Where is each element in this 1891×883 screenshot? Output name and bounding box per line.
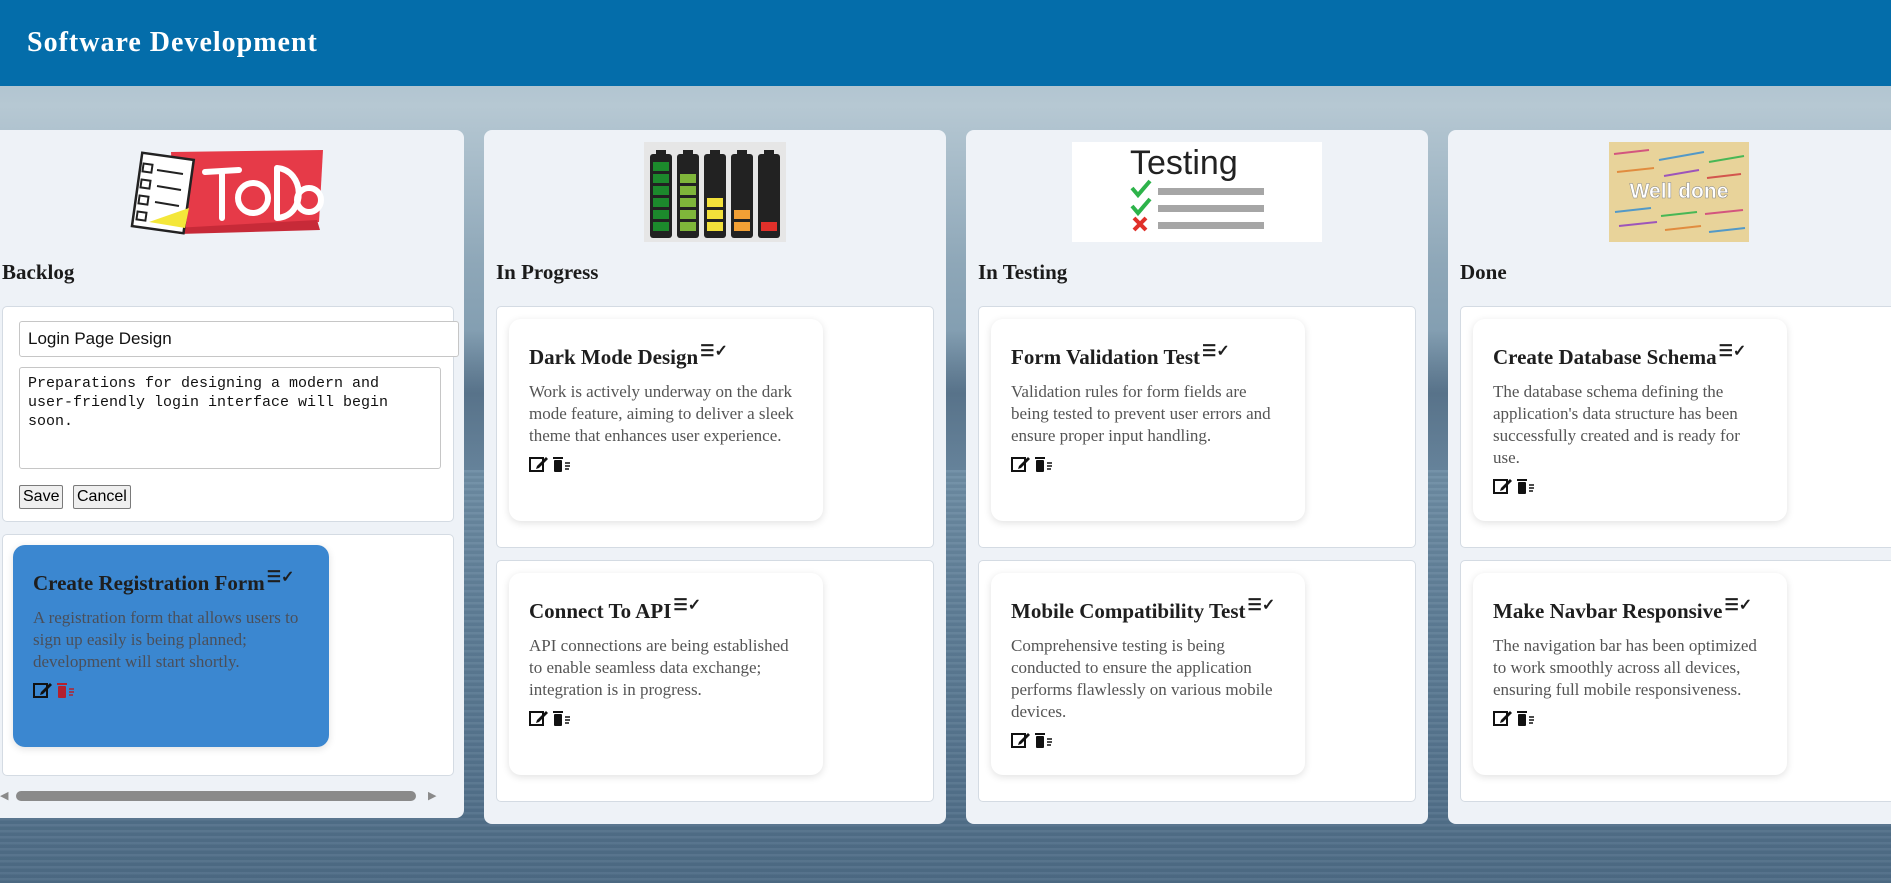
- edit-icon[interactable]: [1493, 709, 1513, 727]
- task-card-title-text: Connect To API: [529, 599, 672, 623]
- task-card-description: The database schema defining the applica…: [1493, 382, 1740, 467]
- task-card-title: Mobile Compatibility Test ☰✓: [1011, 595, 1287, 624]
- list-check-icon: ☰✓: [673, 597, 702, 614]
- task-card-description: Validation rules for form fields are bei…: [1011, 382, 1271, 445]
- app-header: Software Development: [0, 0, 1891, 86]
- card-slot: Form Validation Test ☰✓ Validation rules …: [978, 306, 1416, 548]
- column-in-progress: In Progress Dark Mode Design ☰✓ Work is a…: [484, 130, 946, 824]
- card-actions: [1011, 455, 1287, 473]
- task-card-title-text: Dark Mode Design: [529, 345, 699, 369]
- battery-levels-icon: [644, 142, 786, 242]
- trash-icon[interactable]: [1033, 455, 1053, 473]
- list-check-icon: ☰✓: [1718, 343, 1747, 360]
- task-description-textarea[interactable]: Preparations for designing a modern and …: [19, 367, 441, 469]
- list-check-icon: ☰✓: [1247, 597, 1276, 614]
- column-backlog: Backlog Preparations for designing a mod…: [0, 130, 464, 818]
- scroll-left-arrow-icon[interactable]: ◀: [0, 789, 8, 802]
- testing-image: Testing: [966, 142, 1428, 242]
- card-slot: Make Navbar Responsive ☰✓ The navigation …: [1460, 560, 1891, 802]
- task-card-title-text: Create Database Schema: [1493, 345, 1717, 369]
- edit-icon[interactable]: [529, 455, 549, 473]
- task-card-title-text: Make Navbar Responsive: [1493, 599, 1723, 623]
- card-slot: Mobile Compatibility Test ☰✓ Comprehensiv…: [978, 560, 1416, 802]
- trash-icon[interactable]: [55, 681, 75, 699]
- trash-icon[interactable]: [1515, 709, 1535, 727]
- card-slot: Create Registration Form ☰✓ A registratio…: [2, 534, 454, 776]
- well-done-icon: Well done: [1609, 142, 1749, 242]
- trash-icon[interactable]: [551, 455, 571, 473]
- task-card-title: Dark Mode Design ☰✓: [529, 341, 805, 370]
- task-card-description: The navigation bar has been optimized to…: [1493, 636, 1757, 699]
- task-card-title: Connect To API ☰✓: [529, 595, 805, 624]
- task-card[interactable]: Create Registration Form ☰✓ A registratio…: [13, 545, 329, 747]
- column-title-backlog: Backlog: [2, 260, 75, 284]
- column-done: Well done Done Create Database Schema ☰✓ …: [1448, 130, 1891, 824]
- edit-icon[interactable]: [1011, 731, 1031, 749]
- task-card[interactable]: Dark Mode Design ☰✓ Work is actively unde…: [509, 319, 823, 521]
- column-in-testing: Testing In Testing Form Validation Test ☰…: [966, 130, 1428, 824]
- testing-image-text: Testing: [1130, 144, 1238, 182]
- todo-logo-image: [0, 142, 464, 242]
- task-card-description: API connections are being established to…: [529, 636, 789, 699]
- save-button[interactable]: Save: [19, 485, 64, 509]
- well-done-image: Well done: [1448, 142, 1891, 242]
- column-title-in-testing: In Testing: [978, 260, 1068, 284]
- trash-icon[interactable]: [1033, 731, 1053, 749]
- column-title-done: Done: [1460, 260, 1507, 284]
- scroll-thumb[interactable]: [16, 791, 416, 801]
- task-card-description: Work is actively underway on the dark mo…: [529, 382, 794, 445]
- trash-icon[interactable]: [1515, 477, 1535, 495]
- task-card-title-text: Form Validation Test: [1011, 345, 1201, 369]
- trash-icon[interactable]: [551, 709, 571, 727]
- task-card-title: Create Database Schema ☰✓: [1493, 341, 1769, 370]
- list-check-icon: ☰✓: [1202, 343, 1230, 360]
- task-card[interactable]: Form Validation Test ☰✓ Validation rules …: [991, 319, 1305, 521]
- edit-icon[interactable]: [1493, 477, 1513, 495]
- list-check-icon: ☰✓: [1724, 597, 1753, 614]
- edit-icon[interactable]: [529, 709, 549, 727]
- app-title: Software Development: [27, 27, 318, 58]
- testing-checklist-icon: Testing: [1072, 142, 1322, 242]
- task-card[interactable]: Make Navbar Responsive ☰✓ The navigation …: [1473, 573, 1787, 775]
- task-title-input[interactable]: [19, 321, 459, 357]
- column-title-in-progress: In Progress: [496, 260, 599, 284]
- card-slot: Connect To API ☰✓ API connections are bei…: [496, 560, 934, 802]
- new-task-form: Preparations for designing a modern and …: [2, 306, 459, 522]
- task-card-title-text: Create Registration Form: [33, 571, 265, 595]
- well-done-image-text: Well done: [1630, 180, 1729, 203]
- scroll-right-arrow-icon[interactable]: ▶: [428, 789, 436, 802]
- task-card-title-text: Mobile Compatibility Test: [1011, 599, 1246, 623]
- list-check-icon: ☰✓: [700, 343, 728, 360]
- task-card-title: Create Registration Form ☰✓: [33, 567, 311, 596]
- card-actions: [529, 455, 805, 473]
- card-slot: Dark Mode Design ☰✓ Work is actively unde…: [496, 306, 934, 548]
- card-actions: [1011, 731, 1287, 749]
- edit-icon[interactable]: [33, 681, 53, 699]
- task-card-description: Comprehensive testing is being conducted…: [1011, 636, 1273, 721]
- card-actions: [1493, 709, 1769, 727]
- task-card-description: A registration form that allows users to…: [33, 608, 299, 671]
- task-card[interactable]: Create Database Schema ☰✓ The database sc…: [1473, 319, 1787, 521]
- task-card[interactable]: Mobile Compatibility Test ☰✓ Comprehensiv…: [991, 573, 1305, 775]
- task-card-title: Form Validation Test ☰✓: [1011, 341, 1287, 370]
- card-actions: [33, 681, 311, 699]
- edit-icon[interactable]: [1011, 455, 1031, 473]
- card-slot: Create Database Schema ☰✓ The database sc…: [1460, 306, 1891, 548]
- battery-levels-image: [484, 142, 946, 242]
- horizontal-scrollbar[interactable]: ◀ ▶: [0, 788, 442, 802]
- list-check-icon: ☰✓: [266, 569, 295, 586]
- card-actions: [1493, 477, 1769, 495]
- card-actions: [529, 709, 805, 727]
- task-card-title: Make Navbar Responsive ☰✓: [1493, 595, 1769, 624]
- cancel-button[interactable]: Cancel: [73, 485, 131, 509]
- task-card[interactable]: Connect To API ☰✓ API connections are bei…: [509, 573, 823, 775]
- todo-logo-icon: [130, 150, 324, 235]
